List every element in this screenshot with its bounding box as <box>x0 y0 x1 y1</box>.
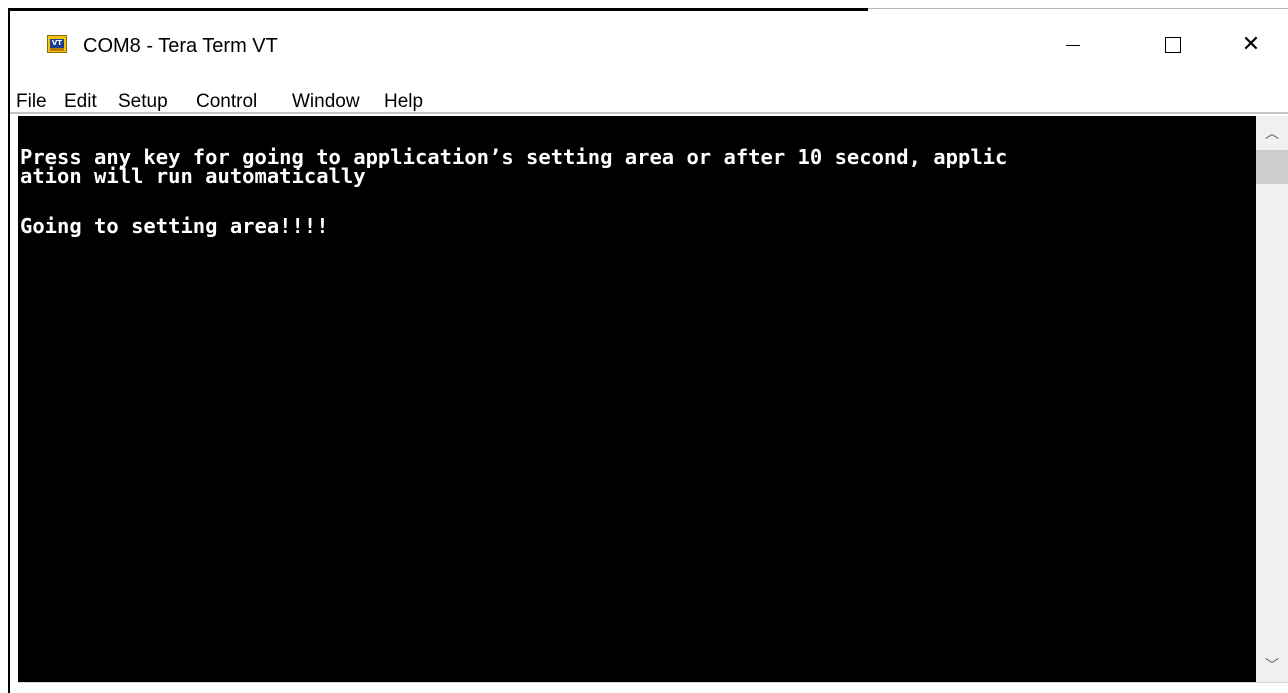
terminal-line: Going to setting area!!!! <box>20 214 329 238</box>
window-border-top-right <box>868 8 1288 9</box>
maximize-icon <box>1165 37 1181 53</box>
menu-edit[interactable]: Edit <box>64 91 97 113</box>
menu-file[interactable]: File <box>16 91 47 113</box>
menu-help[interactable]: Help <box>384 91 423 113</box>
close-button[interactable]: ✕ <box>1218 23 1284 67</box>
maximize-button[interactable] <box>1140 23 1206 67</box>
scroll-down-button[interactable]: ﹀ <box>1256 648 1288 682</box>
scroll-thumb[interactable] <box>1256 150 1288 184</box>
menu-window[interactable]: Window <box>292 91 360 113</box>
window-title: COM8 - Tera Term VT <box>83 35 278 57</box>
menu-control[interactable]: Control <box>196 91 257 113</box>
minimize-icon <box>1066 44 1080 46</box>
teraterm-vt-icon[interactable]: VT <box>47 35 67 53</box>
menu-setup[interactable]: Setup <box>118 91 168 113</box>
vertical-scrollbar[interactable]: ︿ ﹀ <box>1256 116 1288 682</box>
window-border-bottom <box>18 682 1288 683</box>
terminal-screen[interactable]: Press any key for going to application’s… <box>18 116 1256 682</box>
chevron-down-icon: ﹀ <box>1265 658 1279 674</box>
menu-divider <box>10 112 1288 114</box>
menu-bar: File Edit Setup Control Window Help <box>10 77 1288 117</box>
scroll-up-button[interactable]: ︿ <box>1256 116 1288 150</box>
title-bar[interactable]: VT COM8 - Tera Term VT ✕ <box>10 11 1288 71</box>
minimize-button[interactable] <box>1040 23 1106 67</box>
terminal-line: ation will run automatically <box>20 164 366 188</box>
teraterm-window: VT COM8 - Tera Term VT ✕ File Edit Setup… <box>10 11 1288 693</box>
close-icon: ✕ <box>1241 32 1261 57</box>
screen: VT COM8 - Tera Term VT ✕ File Edit Setup… <box>0 0 1288 693</box>
chevron-up-icon: ︿ <box>1265 126 1279 142</box>
